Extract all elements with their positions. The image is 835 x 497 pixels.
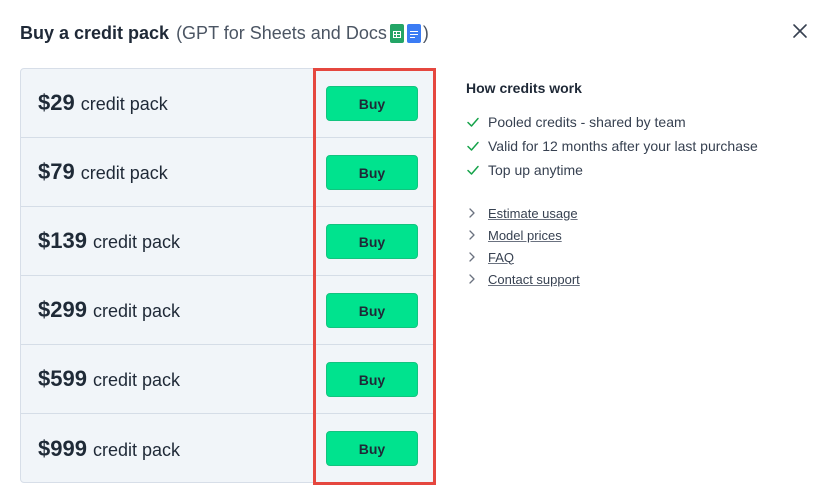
buy-button-999[interactable]: Buy: [326, 431, 418, 466]
pack-price-wrap: $599 credit pack: [38, 366, 180, 392]
pack-label: credit pack: [80, 94, 168, 114]
link-text[interactable]: Estimate usage: [488, 206, 578, 221]
subtitle-close: ): [422, 22, 429, 43]
pack-price: $999: [38, 435, 87, 461]
pack-price-wrap: $999 credit pack: [38, 436, 180, 462]
link-model-prices[interactable]: Model prices: [466, 224, 816, 246]
subtitle-text: (GPT for Sheets and Docs: [176, 22, 387, 43]
link-text[interactable]: Model prices: [488, 228, 562, 243]
link-text[interactable]: FAQ: [488, 250, 514, 265]
dialog-subtitle: (GPT for Sheets and Docs ): [176, 23, 429, 44]
pack-label: credit pack: [92, 232, 180, 252]
google-docs-icon: [406, 23, 421, 43]
pack-label: credit pack: [92, 439, 180, 460]
google-sheets-icon: [389, 23, 404, 43]
credit-pack-row: $999 credit pack Buy: [21, 414, 434, 482]
pack-price-wrap: $139 credit pack: [38, 228, 180, 254]
feature-item: Top up anytime: [466, 158, 816, 182]
close-icon: [793, 24, 807, 38]
pack-price-wrap: $299 credit pack: [38, 297, 180, 323]
close-button[interactable]: [790, 21, 810, 41]
chevron-right-icon: [469, 230, 475, 240]
dialog-header: Buy a credit pack (GPT for Sheets and Do…: [20, 19, 429, 47]
link-faq[interactable]: FAQ: [466, 246, 816, 268]
credit-pack-row: $79 credit pack Buy: [21, 138, 434, 207]
pack-label: credit pack: [80, 163, 168, 183]
chevron-right-icon: [469, 274, 475, 284]
credit-pack-list: $29 credit pack Buy $79 credit pack Buy …: [20, 68, 435, 483]
feature-text: Top up anytime: [488, 162, 583, 178]
feature-text: Valid for 12 months after your last purc…: [488, 138, 758, 154]
pack-price: $599: [38, 366, 87, 391]
pack-price: $299: [38, 297, 87, 322]
check-icon: [467, 141, 479, 151]
link-text[interactable]: Contact support: [488, 272, 580, 287]
chevron-right-icon: [469, 252, 475, 262]
feature-item: Pooled credits - shared by team: [466, 110, 816, 134]
credits-info-panel: How credits work Pooled credits - shared…: [466, 80, 816, 290]
check-icon: [467, 117, 479, 127]
credit-pack-row: $299 credit pack Buy: [21, 276, 434, 345]
link-estimate-usage[interactable]: Estimate usage: [466, 202, 816, 224]
pack-label: credit pack: [92, 301, 180, 321]
feature-text: Pooled credits - shared by team: [488, 114, 686, 130]
pack-price-wrap: $79 credit pack: [38, 159, 168, 185]
feature-list: Pooled credits - shared by team Valid fo…: [466, 110, 816, 182]
feature-item: Valid for 12 months after your last purc…: [466, 134, 816, 158]
pack-label: credit pack: [92, 370, 180, 390]
buy-button-139[interactable]: Buy: [326, 224, 418, 259]
credit-pack-row: $139 credit pack Buy: [21, 207, 434, 276]
pack-price: $79: [38, 159, 75, 184]
link-contact-support[interactable]: Contact support: [466, 268, 816, 290]
dialog-title: Buy a credit pack: [20, 22, 170, 43]
chevron-right-icon: [469, 208, 475, 218]
help-links: Estimate usage Model prices FAQ Contact …: [466, 202, 816, 290]
credit-pack-row: $29 credit pack Buy: [21, 69, 434, 138]
buy-button-29[interactable]: Buy: [326, 86, 418, 121]
buy-button-299[interactable]: Buy: [326, 293, 418, 328]
pack-price-wrap: $29 credit pack: [38, 90, 168, 116]
pack-price: $29: [38, 90, 75, 115]
info-title: How credits work: [466, 80, 582, 96]
pack-price: $139: [38, 228, 87, 253]
check-icon: [467, 165, 479, 175]
buy-button-79[interactable]: Buy: [326, 155, 418, 190]
buy-button-599[interactable]: Buy: [326, 362, 418, 397]
credit-pack-row: $599 credit pack Buy: [21, 345, 434, 414]
